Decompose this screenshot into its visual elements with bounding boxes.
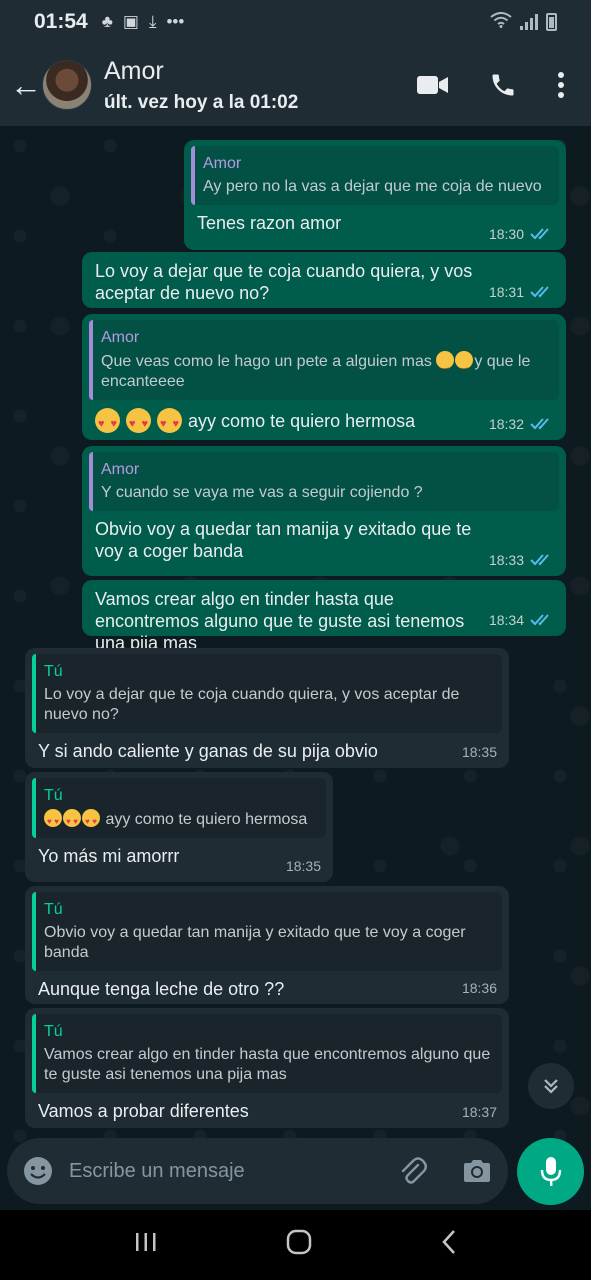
mic-icon (540, 1156, 561, 1186)
quoted-message[interactable]: Tú Obvio voy a quedar tan manija y exita… (32, 892, 502, 971)
contact-info[interactable]: Amor últ. vez hoy a la 01:02 (104, 57, 298, 114)
heart-eyes-emoji-icon (63, 809, 81, 832)
camera-icon[interactable] (462, 1158, 492, 1184)
quote-author: Amor (203, 155, 242, 172)
battery-icon (546, 13, 557, 31)
video-call-icon[interactable] (417, 75, 449, 95)
quote-text: Vamos crear algo en tinder hasta que enc… (44, 1046, 491, 1083)
message-text: Yo más mi amorrr (38, 846, 180, 866)
message-text: Y si ando caliente y ganas de su pija ob… (38, 741, 378, 761)
emoji-icon[interactable] (23, 1156, 53, 1186)
contact-name: Amor (104, 56, 164, 85)
quote-text: ayy como te quiero hermosa (105, 811, 308, 828)
quote-author: Tú (44, 787, 63, 804)
message-time: 18:31 (488, 284, 524, 300)
message-text: Vamos a probar diferentes (38, 1101, 249, 1121)
app-notification-icon: ♣ (101, 12, 113, 31)
quote-text: Obvio voy a quedar tan manija y exitado … (44, 924, 466, 961)
quote-text: Ay pero no la vas a dejar que me coja de… (203, 178, 542, 195)
quoted-message[interactable]: Amor Ay pero no la vas a dejar que me co… (191, 146, 559, 205)
status-bar: 01:54 ♣ ▣ ⤓ ••• (0, 0, 591, 44)
message-bubble-incoming[interactable]: Tú ayy como te quiero hermosa Yo más mi … (25, 772, 333, 882)
message-bubble-outgoing[interactable]: Vamos crear algo en tinder hasta que enc… (82, 580, 566, 653)
quoted-message[interactable]: Amor Y cuando se vaya me vas a seguir co… (89, 452, 559, 511)
message-time: 18:32 (488, 416, 524, 432)
contact-avatar[interactable] (42, 60, 92, 110)
quote-text: Lo voy a dejar que te coja cuando quiera… (44, 686, 460, 723)
read-ticks-icon (530, 228, 549, 240)
message-bubble-incoming[interactable]: Tú Obvio voy a quedar tan manija y exita… (25, 886, 509, 1004)
quote-author: Tú (44, 1023, 63, 1040)
download-icon: ⤓ (148, 12, 157, 31)
last-seen: últ. vez hoy a la 01:02 (104, 91, 299, 113)
heart-eyes-emoji-icon (157, 408, 183, 435)
message-bubble-outgoing[interactable]: Amor Que veas como le hago un pete a alg… (82, 314, 566, 440)
heart-eyes-emoji-icon (126, 408, 152, 435)
quote-text: Y cuando se vaya me vas a seguir cojiend… (101, 484, 423, 501)
scroll-to-bottom-button[interactable] (528, 1063, 574, 1109)
message-bubble-incoming[interactable]: Tú Lo voy a dejar que te coja cuando qui… (25, 648, 509, 768)
quote-author: Amor (101, 461, 140, 478)
more-options-icon[interactable] (557, 72, 565, 98)
quoted-message[interactable]: Amor Que veas como le hago un pete a alg… (89, 320, 559, 400)
smiling-emoji-icon (455, 351, 474, 375)
quoted-message[interactable]: Tú Lo voy a dejar que te coja cuando qui… (32, 654, 502, 733)
heart-eyes-emoji-icon (82, 809, 100, 832)
more-notifications-icon: ••• (166, 12, 185, 31)
quoted-message[interactable]: Tú Vamos crear algo en tinder hasta que … (32, 1014, 502, 1093)
message-time: 18:33 (488, 552, 524, 568)
message-input[interactable]: Escribe un mensaje (69, 1160, 398, 1183)
message-time: 18:35 (461, 744, 497, 760)
quote-text: Que veas como le hago un pete a alguien … (101, 353, 432, 370)
read-ticks-icon (530, 614, 549, 626)
chat-area[interactable]: Amor Ay pero no la vas a dejar que me co… (0, 126, 591, 1210)
quote-author: Tú (44, 901, 63, 918)
message-bubble-outgoing[interactable]: Amor Ay pero no la vas a dejar que me co… (184, 140, 566, 250)
chat-header: ← Amor últ. vez hoy a la 01:02 (0, 44, 591, 126)
message-time: 18:30 (488, 226, 524, 242)
recent-apps-icon[interactable] (134, 1229, 158, 1261)
voice-message-button[interactable] (517, 1138, 584, 1205)
back-arrow-icon[interactable]: ← (10, 69, 44, 101)
quoted-message[interactable]: Tú ayy como te quiero hermosa (32, 778, 326, 838)
smiling-emoji-icon (436, 351, 455, 375)
chevron-double-down-icon (544, 1079, 558, 1094)
message-bubble-outgoing[interactable]: Amor Y cuando se vaya me vas a seguir co… (82, 446, 566, 576)
quote-author: Tú (44, 663, 63, 680)
phone-icon[interactable] (489, 71, 517, 99)
message-bubble-incoming[interactable]: Tú Vamos crear algo en tinder hasta que … (25, 1008, 509, 1128)
message-text: Aunque tenga leche de otro ?? (38, 979, 285, 999)
read-ticks-icon (530, 554, 549, 566)
notification-icons: ♣ ▣ ⤓ ••• (102, 12, 185, 32)
message-text: ayy como te quiero hermosa (188, 411, 416, 431)
gallery-notification-icon: ▣ (122, 12, 139, 31)
system-nav-bar (0, 1210, 591, 1280)
attach-icon[interactable] (398, 1156, 428, 1186)
clock: 01:54 (34, 10, 88, 33)
quote-author: Amor (101, 329, 140, 346)
signal-icon (520, 14, 538, 30)
nav-back-icon[interactable] (441, 1229, 457, 1262)
message-time: 18:36 (461, 980, 497, 996)
message-bubble-outgoing[interactable]: Lo voy a dejar que te coja cuando quiera… (82, 252, 566, 308)
message-time: 18:35 (285, 858, 321, 874)
wifi-icon (490, 12, 512, 32)
read-ticks-icon (530, 286, 549, 298)
message-time: 18:34 (488, 612, 524, 628)
read-ticks-icon (530, 418, 549, 430)
home-icon[interactable] (286, 1229, 312, 1262)
heart-eyes-emoji-icon (95, 408, 120, 435)
message-time: 18:37 (461, 1104, 497, 1120)
heart-eyes-emoji-icon (44, 809, 62, 832)
message-composer[interactable]: Escribe un mensaje (7, 1138, 508, 1204)
